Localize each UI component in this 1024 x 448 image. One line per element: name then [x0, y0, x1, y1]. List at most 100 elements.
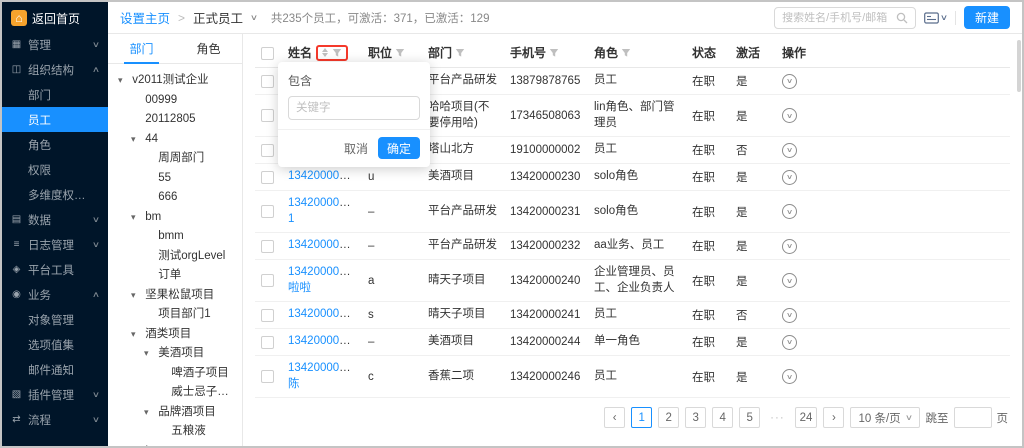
tree-node[interactable]: 项目部门1 [112, 305, 238, 325]
row-actions-icon[interactable]: ∨ [782, 74, 797, 89]
sidebar-item[interactable]: ◉ 业务 ∧ [2, 282, 108, 307]
tree-caret-icon[interactable]: ▾ [131, 208, 142, 228]
row-actions-icon[interactable]: ∨ [782, 204, 797, 219]
row-checkbox[interactable] [261, 75, 274, 88]
tree-node[interactable]: 周周部门 [112, 149, 238, 169]
sidebar-item[interactable]: 员工 [2, 107, 108, 132]
chevron-down-icon[interactable]: ∨ [250, 13, 258, 22]
employee-name-link[interactable]: 13420000230 [288, 170, 358, 182]
tree-node[interactable]: ▾ 坚果松鼠项目 [112, 286, 238, 306]
tree-node[interactable]: 威士忌子项目 [112, 383, 238, 403]
tree-node[interactable]: 订单 [112, 266, 238, 286]
tree-caret-icon[interactable]: ▾ [131, 286, 142, 306]
tree-node[interactable]: ▾ 品牌酒项目 [112, 403, 238, 423]
tree-node[interactable]: ▾ bm [112, 208, 238, 228]
jump-page-input[interactable] [954, 407, 992, 428]
tree-caret-icon[interactable]: ▾ [144, 403, 155, 423]
tree-node[interactable]: 啤酒子项目 [112, 364, 238, 384]
tree-caret-icon[interactable]: ▾ [118, 71, 129, 91]
filter-cancel-button[interactable]: 取消 [344, 140, 368, 157]
row-checkbox[interactable] [261, 274, 274, 287]
tree-node[interactable]: ▾ 44 [112, 130, 238, 150]
sidebar-item[interactable]: 权限 [2, 157, 108, 182]
tree-caret-icon[interactable]: ▾ [144, 344, 155, 364]
row-actions-icon[interactable]: ∨ [782, 239, 797, 254]
filter-icon[interactable] [332, 48, 342, 58]
page-button[interactable]: › [823, 407, 844, 428]
page-size-select[interactable]: 10 条/页 ∨ [850, 407, 919, 428]
sidebar-item[interactable]: ⇄ 流程 ∨ [2, 407, 108, 432]
breadcrumb-current[interactable]: 正式员工 [193, 8, 243, 27]
sidebar-item[interactable]: ◈ 平台工具 [2, 257, 108, 282]
sidebar-item[interactable]: ▤ 数据 ∨ [2, 207, 108, 232]
tree-node[interactable]: 20112805 [112, 110, 238, 130]
tree-caret-icon[interactable]: ▾ [131, 442, 142, 447]
page-button[interactable]: ··· [766, 407, 789, 428]
row-actions-icon[interactable]: ∨ [782, 308, 797, 323]
tree-node[interactable]: ▾ 酒类项目 [112, 325, 238, 345]
org-panel-tab[interactable]: 部门 [108, 34, 175, 63]
sidebar-item[interactable]: 选项值集 [2, 332, 108, 357]
select-all-checkbox[interactable] [261, 47, 274, 60]
sidebar-item[interactable]: 部门 [2, 82, 108, 107]
tree-node[interactable]: ▾ 美酒项目 [112, 344, 238, 364]
employee-name-link[interactable]: 13420000231-1 [288, 197, 362, 225]
employee-name-link[interactable]: 13420000240啦啦 [288, 266, 358, 294]
sidebar-item[interactable]: ◫ 组织结构 ∧ [2, 57, 108, 82]
row-checkbox[interactable] [261, 336, 274, 349]
row-actions-icon[interactable]: ∨ [782, 108, 797, 123]
row-checkbox[interactable] [261, 370, 274, 383]
tree-node[interactable]: 00999 [112, 91, 238, 111]
page-button[interactable]: 24 [795, 407, 818, 428]
breadcrumb-settings-home[interactable]: 设置主页 [120, 8, 170, 27]
employee-name-link[interactable]: 13420000232 [288, 239, 358, 251]
column-header-name[interactable]: 姓名 [288, 44, 312, 61]
filter-confirm-button[interactable]: 确定 [378, 137, 420, 159]
sidebar-item[interactable]: ▦ 管理 ∨ [2, 32, 108, 57]
back-home-link[interactable]: ⌂ 返回首页 [2, 4, 108, 32]
row-checkbox[interactable] [261, 144, 274, 157]
column-header-position[interactable]: 职位 [368, 44, 392, 61]
scrollbar-thumb[interactable] [1017, 40, 1021, 92]
page-button[interactable]: 3 [685, 407, 706, 428]
tree-node[interactable]: 55 [112, 169, 238, 189]
employee-name-link[interactable]: 13420000241 [288, 308, 358, 320]
row-checkbox[interactable] [261, 205, 274, 218]
filter-condition-label[interactable]: 包含 [288, 72, 420, 89]
sidebar-item[interactable]: 邮件通知 [2, 357, 108, 382]
sidebar-item[interactable]: 对象管理 [2, 307, 108, 332]
column-header-role[interactable]: 角色 [594, 44, 618, 61]
row-actions-icon[interactable]: ∨ [782, 335, 797, 350]
row-checkbox[interactable] [261, 240, 274, 253]
tree-node[interactable]: 五粮液 [112, 422, 238, 442]
sidebar-item[interactable]: 多维度权限管理 [2, 182, 108, 207]
page-button[interactable]: 4 [712, 407, 733, 428]
page-button[interactable]: 5 [739, 407, 760, 428]
tree-caret-icon[interactable]: ▾ [131, 130, 142, 150]
employee-name-link[interactable]: 13420000244 [288, 335, 358, 347]
tree-caret-icon[interactable]: ▾ [131, 325, 142, 345]
page-button[interactable]: ‹ [604, 407, 625, 428]
sidebar-item[interactable]: ≡ 日志管理 ∨ [2, 232, 108, 257]
row-checkbox[interactable] [261, 171, 274, 184]
tree-node[interactable]: ▾ v2011测试企业 [112, 71, 238, 91]
tree-node[interactable]: bmm [112, 227, 238, 247]
org-panel-tab[interactable]: 角色 [175, 34, 242, 63]
sidebar-item[interactable]: 角色 [2, 132, 108, 157]
id-card-view-toggle[interactable]: ∨ [924, 12, 947, 24]
search-icon[interactable] [896, 12, 908, 24]
row-checkbox[interactable] [261, 309, 274, 322]
filter-keyword-input[interactable] [288, 96, 420, 120]
tree-node[interactable]: ▾ Lee [112, 442, 238, 447]
tree-node[interactable]: 666 [112, 188, 238, 208]
sort-icon[interactable] [322, 48, 328, 57]
row-actions-icon[interactable]: ∨ [782, 273, 797, 288]
row-checkbox[interactable] [261, 109, 274, 122]
sidebar-item[interactable]: ▧ 插件管理 ∨ [2, 382, 108, 407]
search-input[interactable] [782, 12, 892, 24]
employee-name-link[interactable]: 13420000246陈 [288, 362, 358, 390]
filter-icon[interactable] [455, 48, 465, 58]
create-button[interactable]: 新建 [964, 6, 1010, 29]
filter-icon[interactable] [621, 48, 631, 58]
filter-icon[interactable] [395, 48, 405, 58]
